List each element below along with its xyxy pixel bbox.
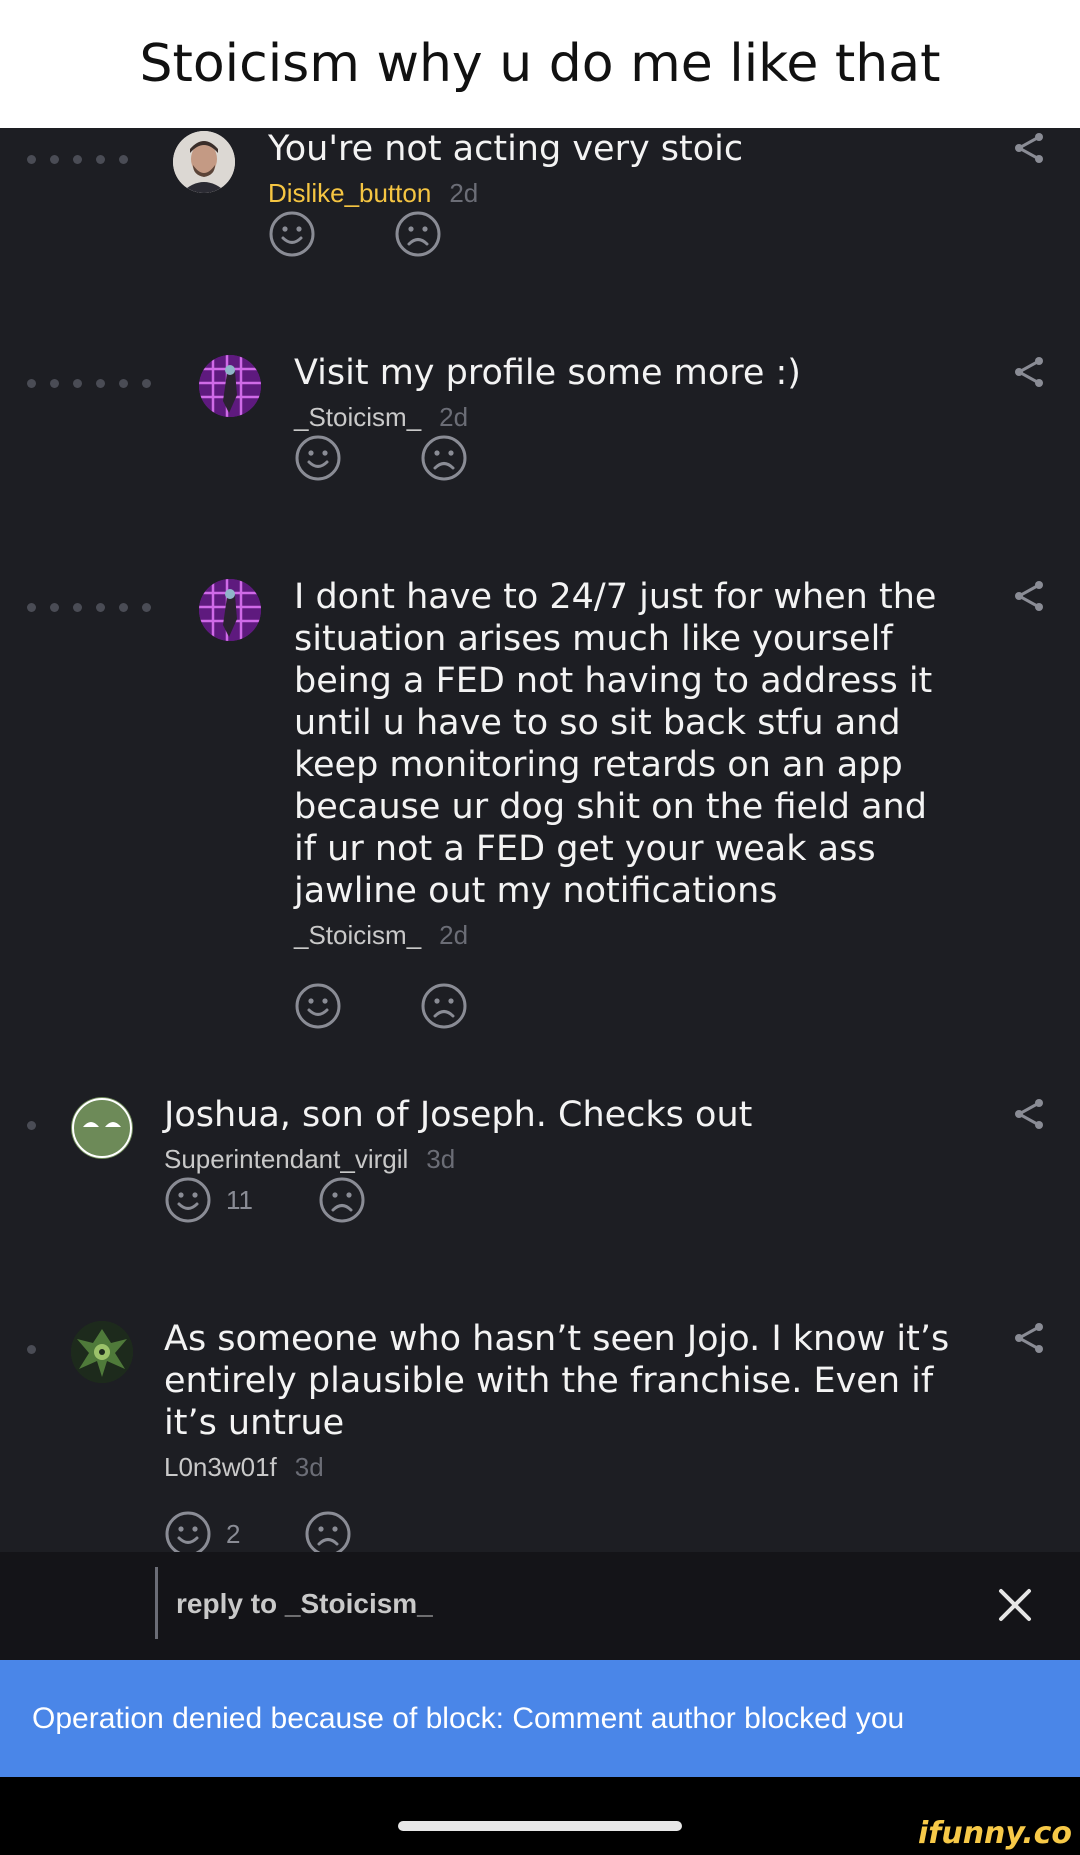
dislike-button[interactable] (420, 434, 468, 482)
like-count: 11 (226, 1184, 253, 1215)
share-icon[interactable] (1012, 579, 1046, 613)
avatar[interactable] (199, 355, 261, 417)
comment-age: 3d (294, 1452, 324, 1482)
frown-icon (395, 211, 441, 257)
avatar[interactable] (71, 1321, 133, 1383)
like-button[interactable] (294, 434, 356, 482)
avatar[interactable] (71, 1097, 133, 1159)
like-button[interactable] (294, 982, 356, 1030)
frown-icon (305, 1511, 351, 1552)
smile-icon (295, 435, 341, 481)
smile-icon (165, 1511, 211, 1552)
dislike-button[interactable] (394, 210, 442, 258)
frown-icon (421, 983, 467, 1029)
like-count: 2 (226, 1518, 241, 1549)
thread-depth-indicator (27, 603, 151, 612)
avatar[interactable] (199, 579, 261, 641)
comment-age: 2d (439, 920, 469, 950)
thread-depth-indicator (27, 1345, 36, 1354)
share-icon[interactable] (1012, 1097, 1046, 1131)
comment-thread[interactable]: You're not acting very stoic Dislike_but… (0, 128, 1080, 1552)
error-toast: Operation denied because of block: Comme… (0, 1660, 1080, 1777)
smile-icon (295, 983, 341, 1029)
toast-message: Operation denied because of block: Comme… (32, 1701, 905, 1735)
comment-age: 2d (449, 178, 479, 208)
thread-depth-indicator (27, 1121, 36, 1130)
meme-caption: Stoicism why u do me like that (0, 0, 1080, 128)
close-icon[interactable] (995, 1585, 1035, 1625)
share-icon[interactable] (1012, 131, 1046, 165)
comment-age: 2d (439, 402, 469, 432)
share-icon[interactable] (1012, 1321, 1046, 1355)
like-button[interactable] (268, 210, 330, 258)
reply-bar[interactable]: reply to _Stoicism_ (0, 1552, 1080, 1660)
dislike-button[interactable] (304, 1510, 352, 1552)
reply-divider (155, 1567, 158, 1639)
comment-author[interactable]: _Stoicism_ (294, 920, 421, 950)
site-watermark: ifunny.co (918, 1816, 1072, 1851)
system-nav-bar: ifunny.co (0, 1777, 1080, 1855)
frown-icon (319, 1177, 365, 1223)
comment-author[interactable]: Superintendant_virgil (164, 1144, 408, 1174)
comment-author[interactable]: Dislike_button (268, 178, 431, 208)
thread-depth-indicator (27, 155, 128, 164)
comment-text: I dont have to 24/7 just for when the si… (294, 577, 937, 911)
comment-text: Visit my profile some more :) (294, 353, 801, 393)
avatar[interactable] (173, 131, 235, 193)
thread-depth-indicator (27, 379, 151, 388)
like-button[interactable]: 2 (164, 1510, 240, 1552)
comment-text: Joshua, son of Joseph. Checks out (164, 1095, 753, 1135)
comment-text: As someone who hasn’t seen Jojo. I know … (164, 1319, 950, 1443)
home-indicator[interactable] (398, 1821, 682, 1831)
share-icon[interactable] (1012, 355, 1046, 389)
comment-age: 3d (426, 1144, 456, 1174)
smile-icon (269, 211, 315, 257)
comment-text: You're not acting very stoic (268, 129, 744, 169)
dislike-button[interactable] (318, 1176, 366, 1224)
comment-author[interactable]: L0n3w01f (164, 1452, 277, 1482)
frown-icon (421, 435, 467, 481)
like-button[interactable]: 11 (164, 1176, 253, 1224)
comment-author[interactable]: _Stoicism_ (294, 402, 421, 432)
smile-icon (165, 1177, 211, 1223)
reply-label: reply to _Stoicism_ (176, 1588, 433, 1619)
dislike-button[interactable] (420, 982, 468, 1030)
